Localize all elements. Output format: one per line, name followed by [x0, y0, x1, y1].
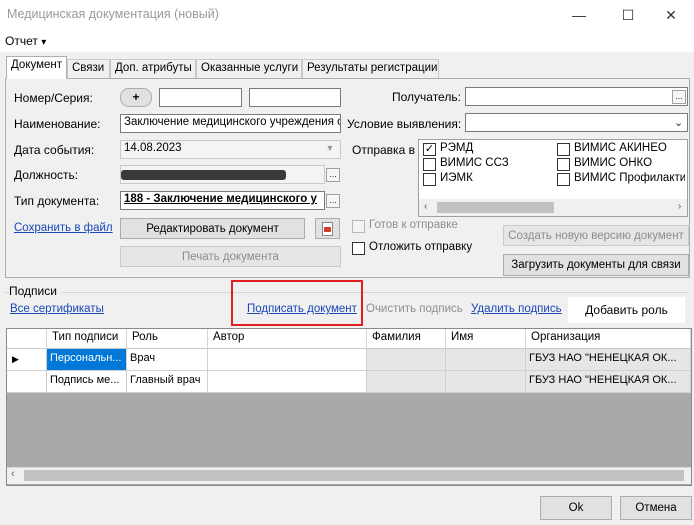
position-browse-button[interactable]: ... — [326, 168, 340, 182]
checkbox[interactable] — [423, 158, 436, 171]
menu-report[interactable]: Отчет ▾ — [5, 34, 46, 48]
calendar-dropdown-icon[interactable]: ▼ — [323, 143, 337, 155]
menu-bar — [0, 30, 694, 52]
tab-extra-attributes[interactable]: Доп. атрибуты — [110, 59, 196, 78]
checkbox[interactable] — [557, 173, 570, 186]
cell-first-name[interactable] — [446, 349, 526, 371]
checkbox[interactable] — [557, 158, 570, 171]
pdf-file-icon — [322, 221, 333, 236]
chevron-down-icon: ▾ — [41, 37, 47, 48]
cell-surname[interactable] — [367, 371, 446, 393]
tab-links[interactable]: Связи — [67, 59, 110, 78]
cell-organization[interactable]: ГБУЗ НАО "НЕНЕЦКАЯ ОК... — [526, 371, 691, 393]
scroll-right-icon[interactable]: › — [678, 201, 681, 212]
column-role[interactable]: Роль — [127, 329, 208, 349]
grid-header-indicator — [7, 329, 47, 349]
close-button[interactable]: ✕ — [648, 0, 694, 30]
window-title: Медицинская документация (новый) — [7, 7, 219, 21]
name-input[interactable]: Заключение медицинского учреждения о н — [120, 114, 341, 133]
column-first-name[interactable]: Имя — [446, 329, 526, 349]
pdf-export-button[interactable] — [315, 218, 340, 239]
series-input[interactable] — [249, 88, 341, 107]
row-indicator — [7, 371, 47, 393]
clear-signature-link[interactable]: Очистить подпись — [366, 303, 463, 315]
postpone-send-checkbox[interactable] — [352, 242, 365, 255]
tab-document[interactable]: Документ — [6, 56, 67, 79]
checkbox[interactable] — [423, 173, 436, 186]
cell-surname[interactable] — [367, 349, 446, 371]
scroll-left-icon[interactable]: ‹ — [11, 468, 15, 480]
ready-to-send-checkbox[interactable] — [352, 220, 365, 233]
save-to-file-link[interactable]: Сохранить в файл — [14, 222, 113, 234]
scroll-left-icon[interactable]: ‹ — [424, 201, 427, 212]
grid-scrollbar-thumb[interactable] — [24, 470, 684, 481]
sign-document-link[interactable]: Подписать документ — [247, 303, 357, 315]
number-input[interactable] — [159, 88, 242, 107]
cell-author[interactable] — [208, 349, 367, 371]
edit-document-button[interactable]: Редактировать документ — [120, 218, 305, 239]
column-organization[interactable]: Организация — [526, 329, 691, 349]
scrollbar-thumb[interactable] — [437, 202, 554, 213]
column-signature-type[interactable]: Тип подписи — [47, 329, 127, 349]
recipient-browse-button[interactable]: ... — [672, 90, 686, 104]
send-to-label: Отправка в — [352, 143, 415, 157]
ready-to-send-label: Готов к отправке — [369, 219, 458, 231]
ok-button[interactable]: Ok — [540, 496, 612, 520]
postpone-send-label: Отложить отправку — [369, 241, 473, 253]
recipient-input[interactable] — [465, 87, 688, 106]
doc-type-input[interactable]: 188 - Заключение медицинского у — [120, 191, 325, 210]
recipient-label: Получатель: — [392, 90, 461, 104]
event-date-input[interactable]: 14.08.2023 — [120, 140, 341, 159]
cell-organization[interactable]: ГБУЗ НАО "НЕНЕЦКАЯ ОК... — [526, 349, 691, 371]
number-label: Номер/Серия: — [14, 91, 93, 105]
menu-report-label: Отчет — [5, 34, 38, 48]
column-author[interactable]: Автор — [208, 329, 367, 349]
doc-type-label: Тип документа: — [14, 194, 100, 208]
signatures-group-label: Подписи — [9, 284, 61, 298]
cell-role[interactable]: Врач — [127, 349, 208, 371]
minimize-button[interactable]: — — [556, 0, 602, 30]
doc-type-browse-button[interactable]: ... — [326, 194, 340, 208]
add-role-button[interactable]: Добавить роль — [568, 297, 685, 323]
column-surname[interactable]: Фамилия — [367, 329, 446, 349]
table-row[interactable]: Подпись ме... Главный врач ГБУЗ НАО "НЕН… — [7, 371, 691, 393]
position-input[interactable] — [120, 165, 325, 184]
send-target-vimis-prevention[interactable]: ВИМИС Профилактика — [557, 172, 685, 188]
redacted-text — [121, 170, 286, 180]
cancel-button[interactable]: Отмена — [620, 496, 692, 520]
table-row[interactable]: ▶ Персональн... Врач ГБУЗ НАО "НЕНЕЦКАЯ … — [7, 349, 691, 371]
cell-role[interactable]: Главный врач — [127, 371, 208, 393]
cell-author[interactable] — [208, 371, 367, 393]
event-date-label: Дата события: — [14, 143, 95, 157]
cell-signature-type[interactable]: Персональн... — [47, 349, 127, 371]
cell-first-name[interactable] — [446, 371, 526, 393]
all-certificates-link[interactable]: Все сертификаты — [10, 303, 104, 315]
tab-services[interactable]: Оказанные услуги — [196, 59, 302, 78]
detection-condition-select[interactable] — [465, 113, 688, 132]
position-label: Должность: — [14, 168, 79, 182]
load-docs-for-link-button[interactable]: Загрузить документы для связи — [503, 254, 689, 276]
chevron-down-icon: ⌄ — [674, 117, 684, 129]
current-row-marker: ▶ — [7, 349, 47, 371]
print-document-button[interactable]: Печать документа — [120, 246, 341, 267]
checkbox-checked[interactable]: ✓ — [423, 143, 436, 156]
detection-condition-label: Условие выявления: — [347, 117, 462, 131]
maximize-button[interactable]: ☐ — [605, 0, 651, 30]
delete-signature-link[interactable]: Удалить подпись — [471, 303, 562, 315]
add-number-button[interactable]: + — [120, 88, 152, 107]
tab-registration-results[interactable]: Результаты регистрации — [302, 59, 439, 78]
create-new-version-button[interactable]: Создать новую версию документ — [503, 225, 689, 246]
name-label: Наименование: — [14, 117, 101, 131]
cell-signature-type[interactable]: Подпись ме... — [47, 371, 127, 393]
checkbox[interactable] — [557, 143, 570, 156]
